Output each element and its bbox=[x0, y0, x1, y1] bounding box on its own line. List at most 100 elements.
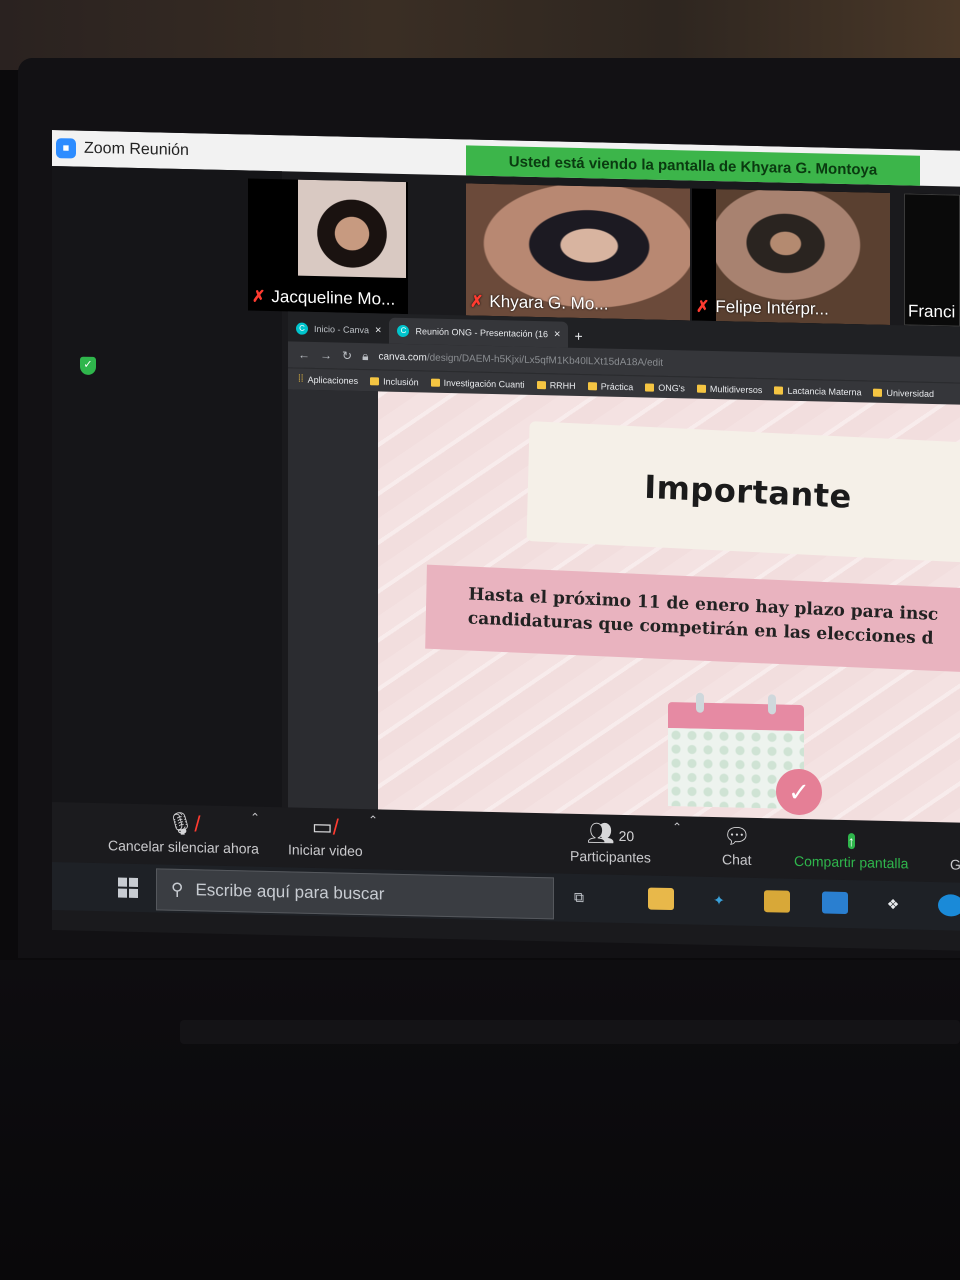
store-icon[interactable] bbox=[764, 890, 790, 913]
tab-title: Reunión ONG - Presentación (16 bbox=[415, 326, 549, 340]
folder-icon bbox=[696, 384, 706, 393]
browser-tab-active[interactable]: C Reunión ONG - Presentación (16 × bbox=[389, 317, 569, 348]
participant-name: Jacqueline Mo... bbox=[271, 286, 396, 309]
calendar-ring bbox=[768, 694, 776, 715]
bookmark-label: Universidad bbox=[886, 387, 935, 399]
bookmark-item[interactable]: Multidiversos bbox=[696, 383, 762, 395]
zoom-logo-icon: ■ bbox=[56, 138, 76, 159]
participants-label: Participantes bbox=[570, 847, 651, 866]
canva-side-panel bbox=[288, 389, 378, 844]
participant-name: Felipe Intérpr... bbox=[715, 297, 829, 319]
search-icon: ⚲ bbox=[171, 879, 184, 899]
participant-video bbox=[298, 179, 406, 279]
slide-canvas[interactable]: Importante Hasta el próximo 11 de enero … bbox=[378, 391, 960, 857]
more-button[interactable]: G bbox=[950, 828, 960, 872]
shared-browser-window: C Inicio - Canva × C Reunión ONG - Prese… bbox=[288, 311, 960, 857]
folder-icon bbox=[774, 385, 784, 395]
share-screen-button[interactable]: ↑ Compartir pantalla bbox=[794, 825, 909, 872]
bookmark-item[interactable]: Universidad bbox=[873, 387, 935, 399]
canva-favicon-icon: C bbox=[397, 324, 410, 338]
reload-icon[interactable]: ↻ bbox=[342, 349, 352, 363]
participant-name: Franci bbox=[908, 301, 956, 322]
chevron-up-icon[interactable]: ⌃ bbox=[368, 813, 378, 827]
close-icon[interactable]: × bbox=[375, 324, 381, 336]
mic-off-icon: ✗ bbox=[470, 293, 484, 311]
lock-icon: 🔒︎ bbox=[362, 348, 369, 363]
check-icon: ✓ bbox=[776, 768, 822, 816]
chat-label: Chat bbox=[722, 851, 752, 868]
canva-favicon-icon: C bbox=[296, 322, 308, 335]
bookmark-label: Investigación Cuanti bbox=[443, 377, 525, 390]
windows-start-icon[interactable] bbox=[118, 877, 138, 898]
bookmark-item[interactable]: Lactancia Materna bbox=[774, 385, 861, 397]
bookmark-item[interactable]: Investigación Cuanti bbox=[430, 377, 525, 390]
apps-grid-icon: ⁞⁞ bbox=[298, 373, 304, 385]
new-tab-icon[interactable]: + bbox=[574, 328, 582, 348]
dropbox-icon[interactable]: ❖ bbox=[880, 893, 906, 916]
calendar-icon: ✓ bbox=[668, 688, 822, 816]
url-text[interactable]: canva.com/design/DAEM-h5Kjxi/Lx5qfM1Kb40… bbox=[378, 351, 663, 368]
share-screen-icon: ↑ bbox=[847, 833, 855, 850]
mic-off-icon: 🎙︎/ bbox=[166, 810, 201, 837]
close-icon[interactable]: × bbox=[554, 328, 560, 340]
participant-name-row: ✗ Khyara G. Mo... bbox=[470, 291, 608, 314]
participant-tile[interactable]: ✗ Jacqueline Mo... bbox=[248, 178, 408, 315]
folder-icon bbox=[587, 381, 597, 390]
participant-tile[interactable]: ✗ Felipe Intérpr... bbox=[692, 188, 890, 326]
mic-off-icon: ✗ bbox=[696, 298, 710, 316]
folder-icon bbox=[873, 388, 883, 397]
slide-body-band: Hasta el próximo 11 de enero hay plazo p… bbox=[425, 564, 960, 674]
bookmark-item[interactable]: Inclusión bbox=[370, 376, 419, 387]
chat-icon: 💬︎ bbox=[722, 823, 751, 849]
chat-button[interactable]: 💬︎ Chat bbox=[722, 823, 752, 868]
bookmark-item[interactable]: RRHH bbox=[536, 379, 576, 391]
search-placeholder: Escribe aquí para buscar bbox=[195, 880, 385, 904]
task-view-icon[interactable]: ⧉ bbox=[566, 886, 592, 909]
mic-off-icon: ✗ bbox=[252, 288, 266, 306]
back-icon[interactable]: ← bbox=[298, 348, 310, 362]
mail-icon[interactable] bbox=[822, 891, 848, 915]
bookmark-item[interactable]: Práctica bbox=[587, 380, 634, 392]
slide-body-text: Hasta el próximo 11 de enero hay plazo p… bbox=[467, 584, 939, 649]
folder-icon bbox=[370, 376, 380, 385]
url-host: canva.com bbox=[378, 350, 427, 364]
participant-tile[interactable]: ✗ Khyara G. Mo... bbox=[466, 183, 690, 321]
laptop-base bbox=[0, 960, 960, 1280]
bookmark-apps[interactable]: ⁞⁞ Aplicaciones bbox=[298, 374, 358, 386]
video-off-icon: ▭/ bbox=[311, 813, 339, 840]
browser-icon[interactable] bbox=[938, 894, 960, 917]
slide-title: Importante bbox=[643, 467, 853, 516]
participants-icon: 👥︎ 20 bbox=[586, 820, 635, 846]
participant-name-row: Franci bbox=[908, 301, 955, 322]
bookmark-label: Aplicaciones bbox=[307, 374, 359, 386]
forward-icon[interactable]: → bbox=[320, 348, 332, 362]
bookmark-label: RRHH bbox=[549, 379, 576, 391]
participant-name-row: ✗ Felipe Intérpr... bbox=[696, 297, 829, 320]
laptop-screen: ■ Zoom Reunión Usted está viendo la pant… bbox=[52, 130, 960, 951]
app-icon[interactable]: ✦ bbox=[706, 889, 732, 912]
participant-name-row: ✗ Jacqueline Mo... bbox=[252, 287, 395, 310]
slide-title-card: Importante bbox=[526, 421, 960, 563]
bookmark-label: Práctica bbox=[600, 380, 634, 392]
file-explorer-icon[interactable] bbox=[648, 887, 674, 911]
shield-icon[interactable]: ✓ bbox=[80, 356, 96, 375]
unmute-button[interactable]: 🎙︎/ Cancelar silenciar ahora bbox=[108, 809, 259, 857]
bookmark-item[interactable]: ONG's bbox=[645, 382, 685, 393]
start-video-button[interactable]: ▭/ Iniciar video bbox=[288, 813, 363, 859]
browser-tab[interactable]: C Inicio - Canva × bbox=[288, 315, 389, 343]
more-label: G bbox=[950, 856, 960, 873]
participant-name: Khyara G. Mo... bbox=[489, 291, 609, 314]
unmute-label: Cancelar silenciar ahora bbox=[108, 837, 259, 857]
taskbar-search[interactable]: ⚲ Escribe aquí para buscar bbox=[156, 868, 554, 920]
participant-tile[interactable]: Franci bbox=[904, 193, 960, 327]
calendar-header bbox=[668, 701, 804, 732]
keyboard-edge bbox=[180, 1020, 960, 1044]
participants-button[interactable]: 👥︎ 20 Participantes bbox=[570, 820, 651, 866]
tab-title: Inicio - Canva bbox=[314, 323, 370, 336]
share-label: Compartir pantalla bbox=[794, 852, 909, 872]
bookmark-label: Lactancia Materna bbox=[787, 385, 862, 397]
folder-icon bbox=[645, 382, 655, 392]
chevron-up-icon[interactable]: ⌃ bbox=[672, 820, 682, 834]
start-video-label: Iniciar video bbox=[288, 841, 363, 860]
chevron-up-icon[interactable]: ⌃ bbox=[250, 810, 260, 824]
